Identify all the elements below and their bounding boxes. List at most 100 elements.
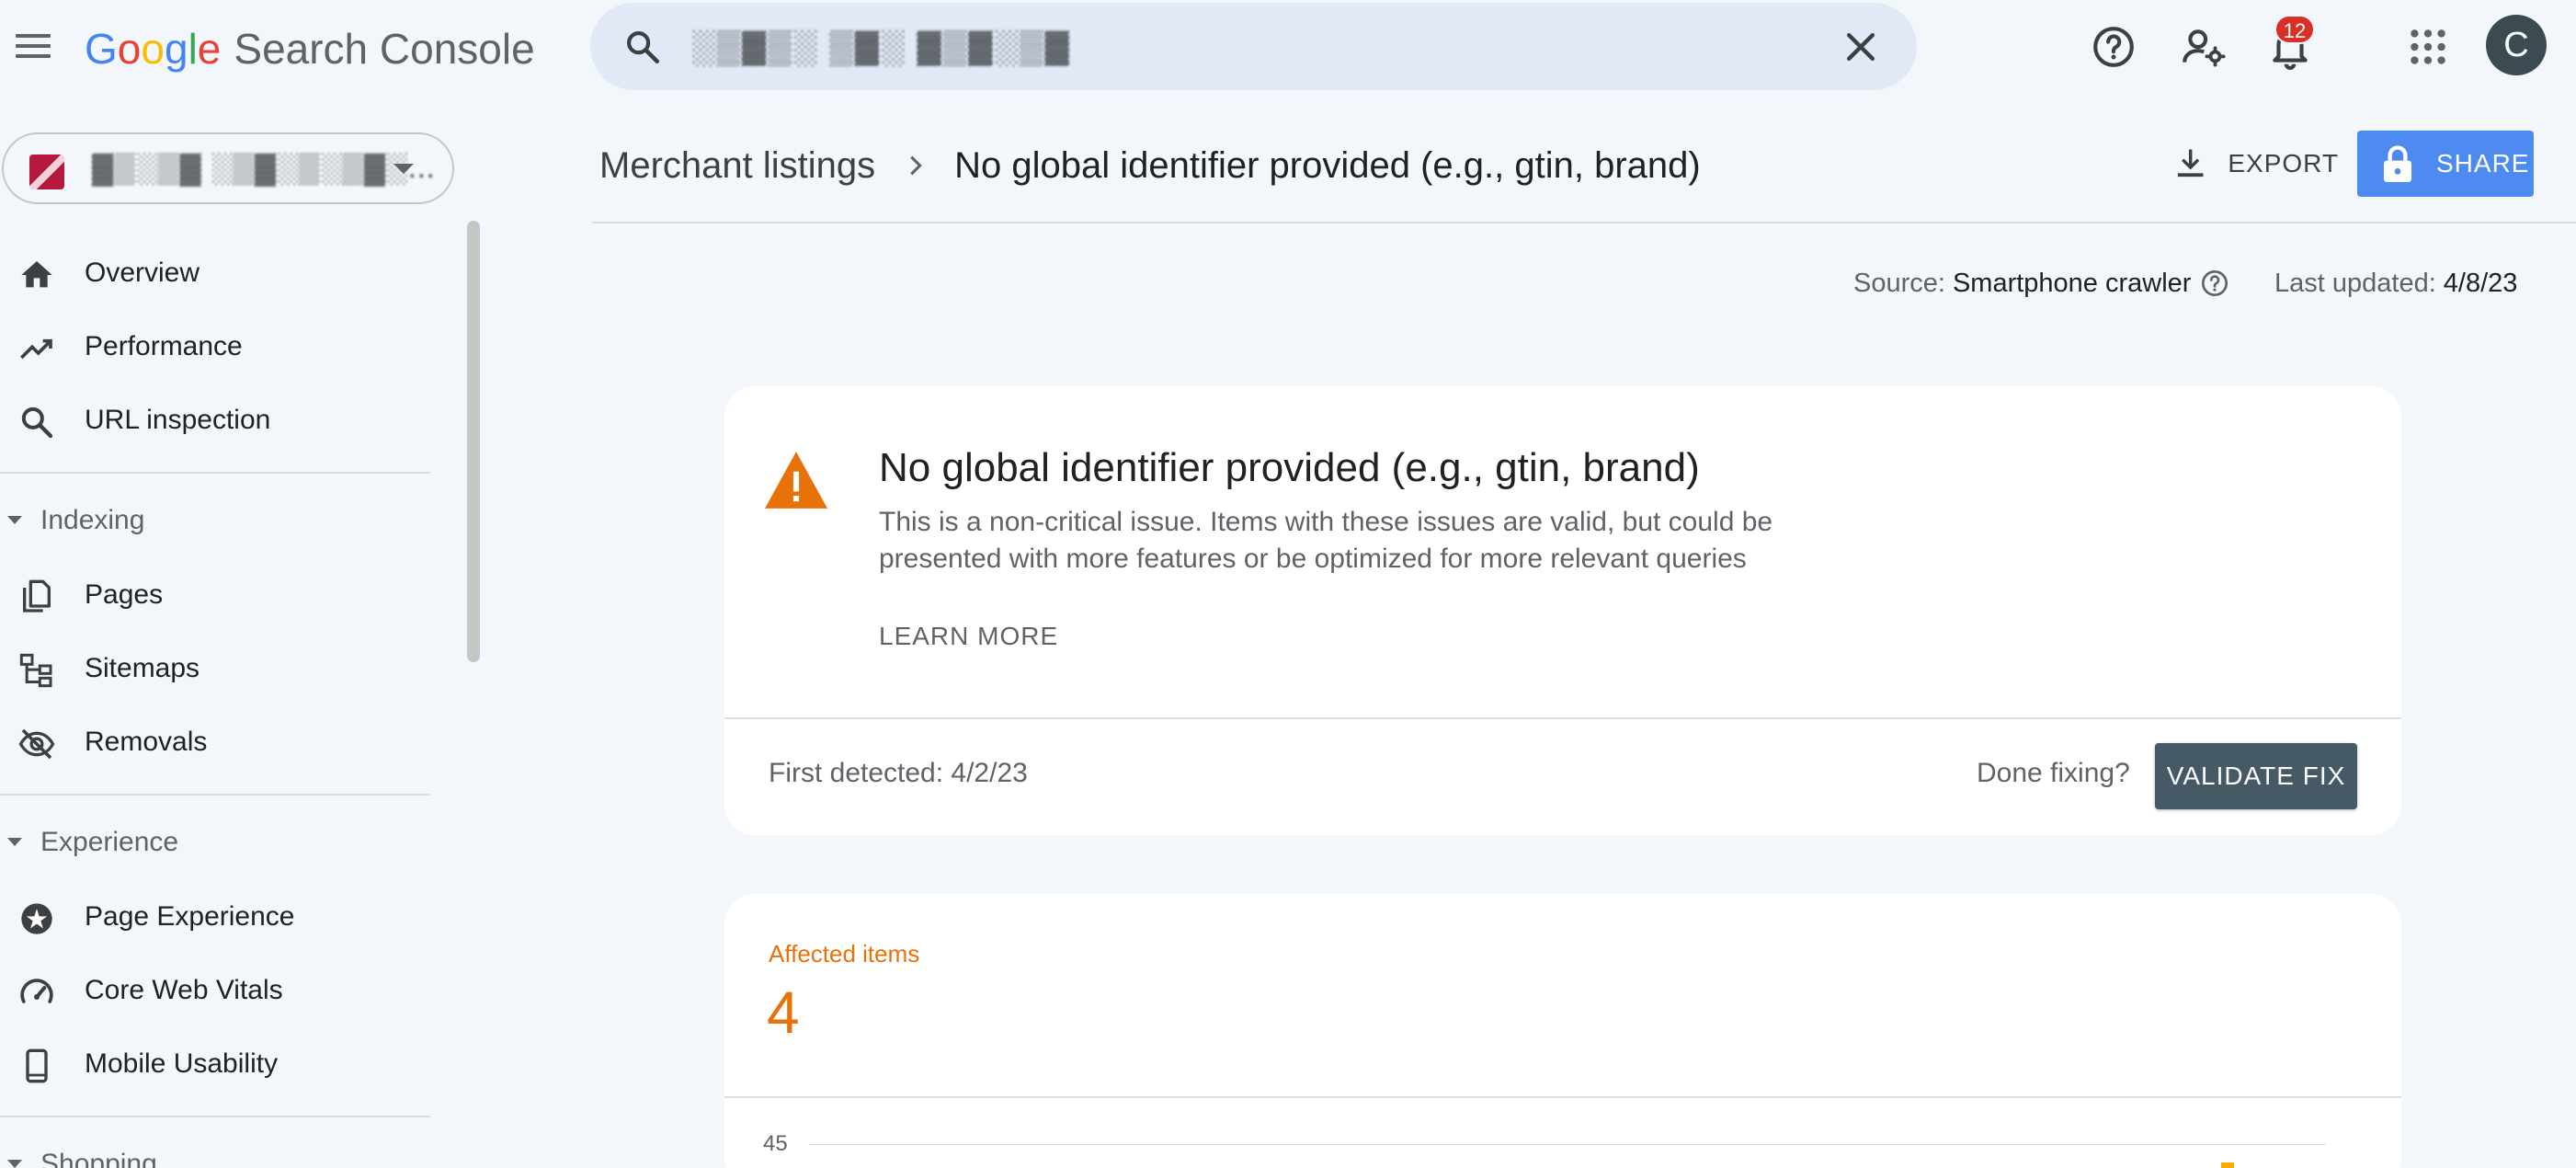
menu-icon-bar — [16, 44, 51, 48]
sidebar-section-title: Experience — [40, 827, 179, 857]
product-name: Search Console — [234, 25, 535, 73]
card-divider — [724, 1096, 2401, 1098]
breadcrumb: Merchant listings No global identifier p… — [599, 140, 1701, 191]
help-icon[interactable] — [2091, 24, 2137, 70]
breadcrumb-parent-link[interactable]: Merchant listings — [599, 145, 875, 187]
property-selector[interactable]: ▓▒░▒▓ ░▒▓░▒░▒▓░... — [2, 132, 454, 204]
sidebar-divider — [0, 1116, 430, 1117]
help-icon[interactable] — [2200, 269, 2229, 298]
done-fixing-label: Done fixing? — [1977, 758, 2130, 788]
top-app-bar: Google Search Console 12 C — [0, 0, 2576, 96]
sidebar-item-url-inspection[interactable]: URL inspection — [0, 384, 432, 457]
pages-icon — [23, 579, 51, 613]
download-icon — [2177, 149, 2204, 177]
chevron-right-icon — [910, 155, 922, 176]
card-divider — [724, 717, 2401, 719]
search-icon — [21, 407, 53, 439]
logo-letter: l — [188, 25, 198, 73]
sitemap-icon — [19, 653, 52, 688]
validate-fix-button[interactable]: VALIDATE FIX — [2155, 743, 2357, 809]
main-menu-button[interactable] — [13, 22, 53, 70]
chart-data-point — [2221, 1162, 2234, 1168]
logo-letter: o — [117, 25, 142, 73]
logo-letter: g — [164, 25, 188, 73]
sidebar-item-label: Page Experience — [85, 901, 295, 932]
chevron-down-icon — [393, 164, 414, 174]
logo-letter: o — [141, 25, 165, 73]
warning-icon — [765, 452, 827, 509]
close-icon[interactable] — [1841, 27, 1881, 67]
source-key: Source: — [1853, 268, 1945, 298]
sidebar-section-title: Indexing — [40, 505, 145, 535]
sidebar-item-mobile-usability[interactable]: Mobile Usability — [0, 1027, 432, 1101]
affected-items-count: 4 — [767, 979, 800, 1046]
last-updated-value: 4/8/23 — [2443, 268, 2518, 298]
sidebar-item-removals[interactable]: Removals — [0, 705, 432, 779]
issue-description: This is a non-critical issue. Items with… — [879, 507, 1773, 574]
sidebar-section-indexing[interactable]: Indexing — [0, 494, 432, 549]
sidebar-item-label: URL inspection — [85, 405, 271, 435]
sidebar-item-core-web-vitals[interactable]: Core Web Vitals — [0, 954, 432, 1027]
collapse-arrow-icon — [7, 1160, 22, 1168]
export-label: EXPORT — [2228, 149, 2339, 177]
sidebar-divider — [0, 472, 430, 474]
collapse-arrow-icon — [7, 516, 22, 524]
sidebar-item-label: Removals — [85, 727, 208, 757]
chart-gridline — [809, 1144, 2326, 1145]
sidebar-item-label: Mobile Usability — [85, 1048, 279, 1079]
property-url: ▓▒░▒▓ ░▒▓░▒░▒▓░... — [92, 151, 436, 184]
visibility-off-icon — [18, 728, 55, 760]
last-updated-info: Last updated: 4/8/23 — [2274, 265, 2517, 302]
source-info: Source: Smartphone crawler — [1853, 265, 2229, 302]
sidebar-item-label: Overview — [85, 258, 200, 288]
sidebar-divider — [0, 794, 430, 796]
last-updated-key: Last updated: — [2274, 268, 2436, 298]
home-icon — [21, 261, 52, 288]
sidebar-item-overview[interactable]: Overview — [0, 236, 432, 310]
inspect-url-search-bar[interactable] — [590, 3, 1917, 90]
menu-icon-bar — [16, 34, 51, 38]
apps-grid-icon[interactable] — [2405, 24, 2451, 70]
sidebar-section-experience[interactable]: Experience — [0, 816, 432, 871]
speed-icon — [20, 979, 53, 1003]
menu-icon-bar — [16, 54, 51, 58]
search-input[interactable] — [691, 21, 1841, 73]
page-experience-icon — [21, 903, 52, 934]
header-divider — [592, 222, 2576, 223]
sidebar-item-sitemaps[interactable]: Sitemaps — [0, 632, 432, 705]
smartphone-icon — [26, 1048, 48, 1083]
sidebar-section-title: Shopping — [40, 1149, 157, 1168]
trending-up-icon — [20, 338, 52, 360]
sidebar-scrollbar[interactable] — [467, 221, 480, 662]
collapse-arrow-icon — [7, 838, 22, 846]
logo-letter: e — [197, 25, 222, 73]
property-favicon — [29, 155, 64, 189]
account-avatar[interactable]: C — [2486, 15, 2547, 75]
sidebar-item-pages[interactable]: Pages — [0, 558, 432, 632]
issue-title: No global identifier provided (e.g., gti… — [879, 445, 1700, 490]
issue-summary-card: No global identifier provided (e.g., gti… — [724, 386, 2401, 835]
notification-count-badge: 12 — [2274, 15, 2315, 44]
page-title: No global identifier provided (e.g., gti… — [954, 144, 1701, 186]
affected-items-label: Affected items — [769, 940, 920, 968]
export-button[interactable]: EXPORT — [2168, 131, 2339, 197]
chart-y-tick-label: 45 — [763, 1131, 788, 1156]
source-value: Smartphone crawler — [1952, 268, 2192, 298]
sidebar-item-label: Performance — [85, 331, 243, 361]
manage-users-icon[interactable] — [2181, 24, 2227, 70]
sidebar-item-page-experience[interactable]: Page Experience — [0, 880, 432, 954]
lock-icon — [2384, 145, 2411, 182]
search-icon — [627, 31, 660, 64]
first-detected-date: First detected: 4/2/23 — [769, 758, 1028, 788]
logo-letter: G — [85, 25, 118, 73]
sidebar-section-shopping[interactable]: Shopping — [0, 1138, 432, 1168]
sidebar-item-label: Core Web Vitals — [85, 975, 283, 1005]
search-console-logo[interactable]: Google Search Console — [85, 20, 535, 77]
sidebar-item-label: Pages — [85, 579, 164, 610]
share-button[interactable]: SHARE — [2357, 131, 2534, 197]
share-label: SHARE — [2436, 149, 2530, 177]
learn-more-link[interactable]: LEARN MORE — [879, 622, 1058, 651]
affected-items-card: Affected items 4 45 — [724, 894, 2401, 1168]
sidebar-item-label: Sitemaps — [85, 653, 200, 683]
sidebar-item-performance[interactable]: Performance — [0, 310, 432, 384]
